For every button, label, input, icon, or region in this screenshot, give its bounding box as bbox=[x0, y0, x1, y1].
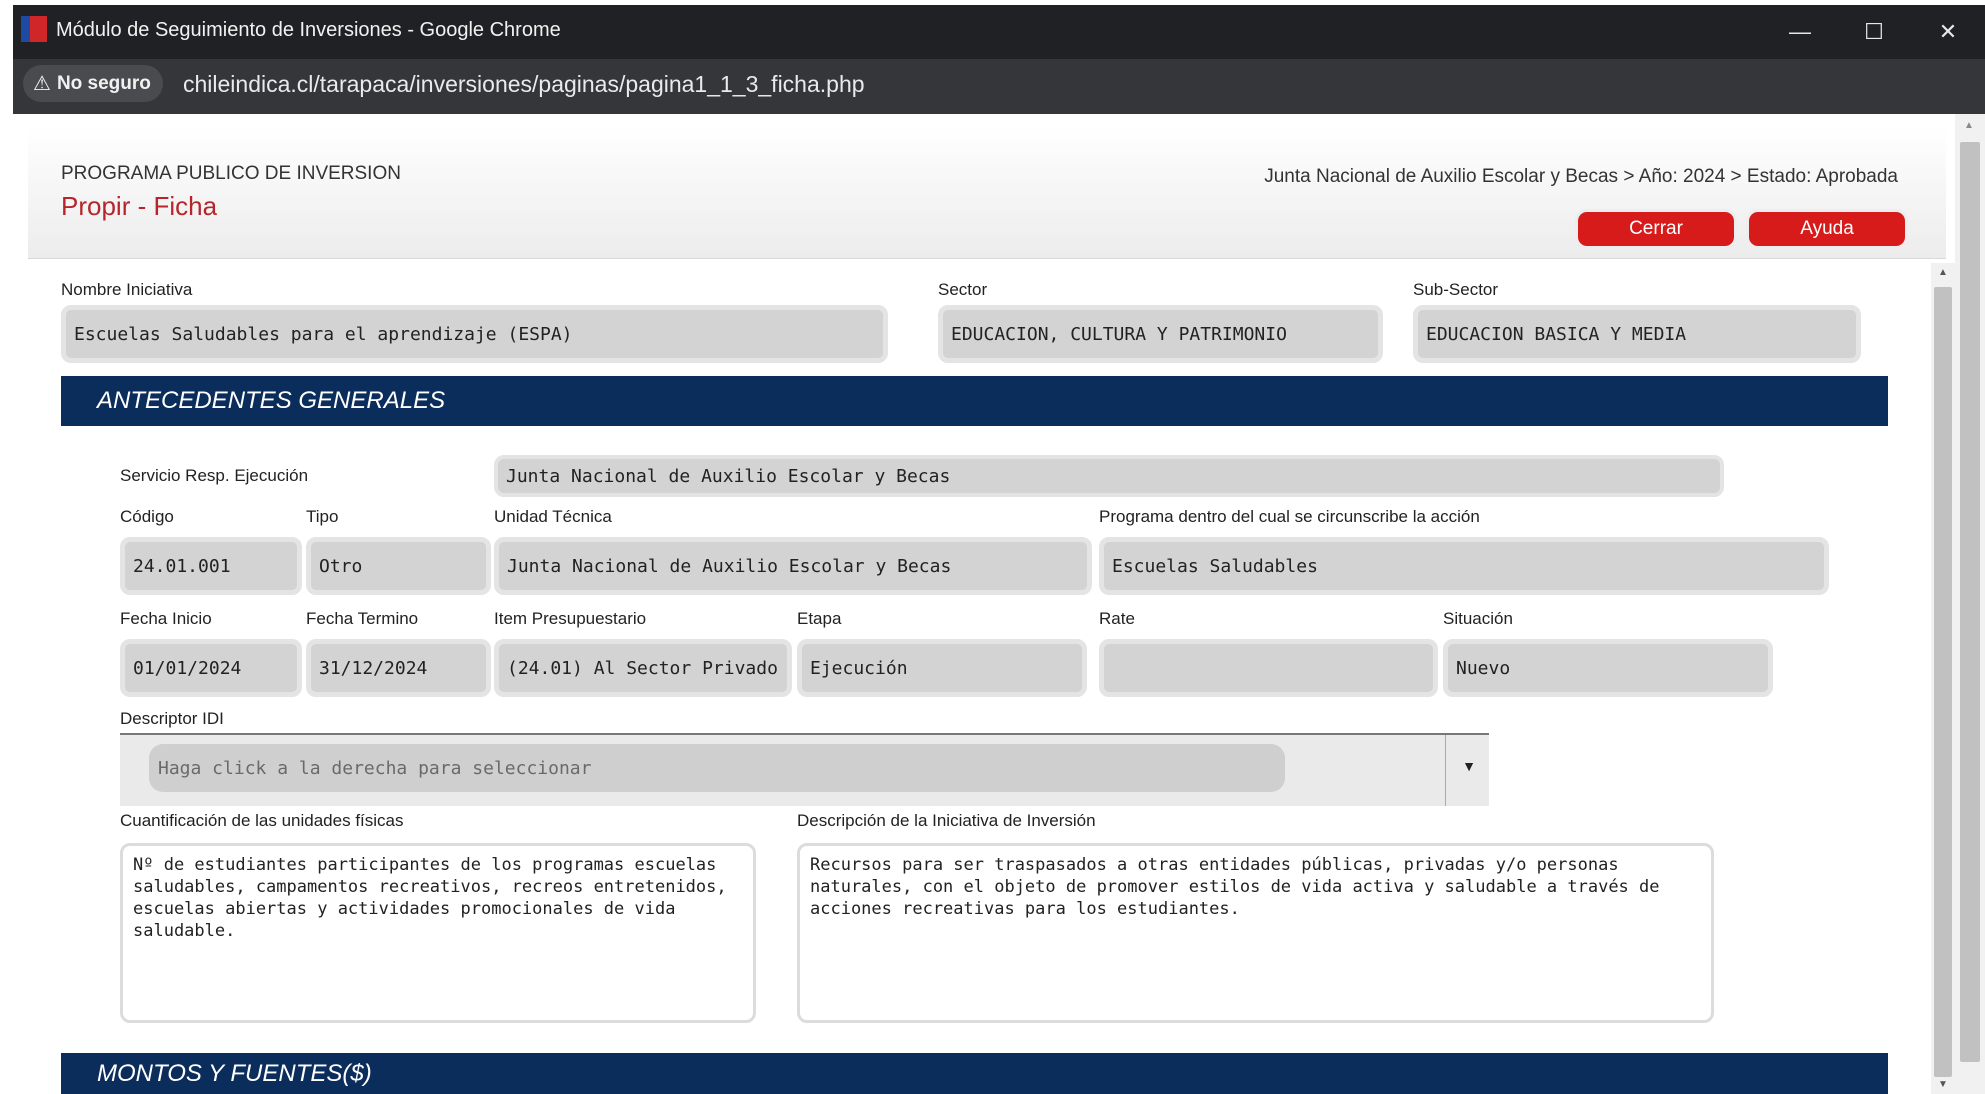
url-text[interactable]: chileindica.cl/tarapaca/inversiones/pagi… bbox=[183, 71, 865, 98]
codigo-field[interactable]: 24.01.001 bbox=[120, 537, 302, 595]
warning-icon: ⚠ bbox=[33, 73, 51, 95]
item-field[interactable]: (24.01) Al Sector Privado bbox=[494, 639, 792, 697]
page-content: ▲ PROGRAMA PUBLICO DE INVERSION Propir -… bbox=[13, 114, 1985, 1094]
descriptor-select[interactable]: Haga click a la derecha para seleccionar… bbox=[120, 733, 1489, 806]
scroll-down-icon[interactable]: ▼ bbox=[1938, 1079, 1948, 1090]
security-chip[interactable]: ⚠ No seguro bbox=[23, 65, 163, 102]
programa-field[interactable]: Escuelas Saludables bbox=[1099, 537, 1829, 595]
servicio-field[interactable]: Junta Nacional de Auxilio Escolar y Beca… bbox=[494, 455, 1724, 497]
codigo-label: Código bbox=[120, 507, 174, 526]
window-title: Módulo de Seguimiento de Inversiones - G… bbox=[56, 19, 561, 41]
scroll-thumb[interactable] bbox=[1960, 142, 1980, 1062]
situacion-label: Situación bbox=[1443, 609, 1513, 628]
descripcion-textarea[interactable]: Recursos para ser traspasados a otras en… bbox=[797, 843, 1714, 1023]
section-header-antecedentes: ANTECEDENTES GENERALES bbox=[61, 376, 1888, 426]
maximize-icon[interactable]: ☐ bbox=[1837, 5, 1911, 59]
etapa-label: Etapa bbox=[797, 609, 842, 628]
scroll-up-icon[interactable]: ▲ bbox=[1938, 267, 1948, 278]
breadcrumb: Junta Nacional de Auxilio Escolar y Beca… bbox=[1264, 166, 1898, 187]
window-controls: — ☐ ✕ bbox=[1763, 5, 1985, 59]
tipo-field[interactable]: Otro bbox=[306, 537, 491, 595]
minimize-icon[interactable]: — bbox=[1763, 5, 1837, 59]
fecha-termino-field[interactable]: 31/12/2024 bbox=[306, 639, 491, 697]
section-header-montos: MONTOS Y FUENTES($) bbox=[61, 1053, 1888, 1094]
servicio-label: Servicio Resp. Ejecución bbox=[120, 466, 309, 485]
security-label: No seguro bbox=[56, 72, 151, 94]
unidad-field[interactable]: Junta Nacional de Auxilio Escolar y Beca… bbox=[494, 537, 1092, 595]
fecha-termino-label: Fecha Termino bbox=[306, 609, 419, 628]
scroll-up-icon[interactable]: ▲ bbox=[1964, 120, 1974, 131]
form-scrollbar[interactable]: ▲ ▼ bbox=[1931, 263, 1955, 1094]
page-kicker: PROGRAMA PUBLICO DE INVERSION bbox=[61, 163, 401, 184]
rate-label: Rate bbox=[1099, 609, 1135, 628]
fecha-inicio-label: Fecha Inicio bbox=[120, 609, 212, 628]
help-button[interactable]: Ayuda bbox=[1749, 212, 1905, 246]
sector-field[interactable]: EDUCACION, CULTURA Y PATRIMONIO bbox=[938, 305, 1383, 363]
subsector-label: Sub-Sector bbox=[1413, 280, 1499, 299]
page-header: PROGRAMA PUBLICO DE INVERSION Propir - F… bbox=[28, 126, 1946, 259]
close-button[interactable]: Cerrar bbox=[1578, 212, 1734, 246]
programa-label: Programa dentro del cual se circunscribe… bbox=[1099, 507, 1480, 526]
close-window-icon[interactable]: ✕ bbox=[1911, 5, 1985, 59]
page-title: Propir - Ficha bbox=[61, 191, 218, 221]
select-divider bbox=[1445, 735, 1446, 806]
tipo-label: Tipo bbox=[306, 507, 339, 526]
scroll-thumb[interactable] bbox=[1934, 287, 1952, 1077]
unidad-label: Unidad Técnica bbox=[494, 507, 612, 526]
fecha-inicio-field[interactable]: 01/01/2024 bbox=[120, 639, 302, 697]
app-flag-icon bbox=[21, 16, 47, 42]
window-titlebar: Módulo de Seguimiento de Inversiones - G… bbox=[13, 5, 1985, 59]
address-bar: ⚠ No seguro chileindica.cl/tarapaca/inve… bbox=[13, 59, 1985, 114]
subsector-field[interactable]: EDUCACION BASICA Y MEDIA bbox=[1413, 305, 1861, 363]
situacion-field[interactable]: Nuevo bbox=[1443, 639, 1773, 697]
nombre-field[interactable]: Escuelas Saludables para el aprendizaje … bbox=[61, 305, 888, 363]
etapa-field[interactable]: Ejecución bbox=[797, 639, 1087, 697]
item-label: Item Presupuestario bbox=[494, 609, 647, 628]
nombre-label: Nombre Iniciativa bbox=[61, 280, 193, 299]
sector-label: Sector bbox=[938, 280, 988, 299]
descripcion-label: Descripción de la Iniciativa de Inversió… bbox=[797, 811, 1096, 830]
cuantificacion-label: Cuantificación de las unidades físicas bbox=[120, 811, 404, 830]
chevron-down-icon[interactable]: ▼ bbox=[1458, 755, 1480, 777]
cuantificacion-textarea[interactable]: Nº de estudiantes participantes de los p… bbox=[120, 843, 756, 1023]
page-scrollbar[interactable]: ▲ bbox=[1955, 114, 1985, 1094]
descriptor-label: Descriptor IDI bbox=[120, 709, 224, 728]
descriptor-placeholder[interactable]: Haga click a la derecha para seleccionar bbox=[149, 744, 1285, 792]
rate-field[interactable] bbox=[1099, 639, 1438, 697]
